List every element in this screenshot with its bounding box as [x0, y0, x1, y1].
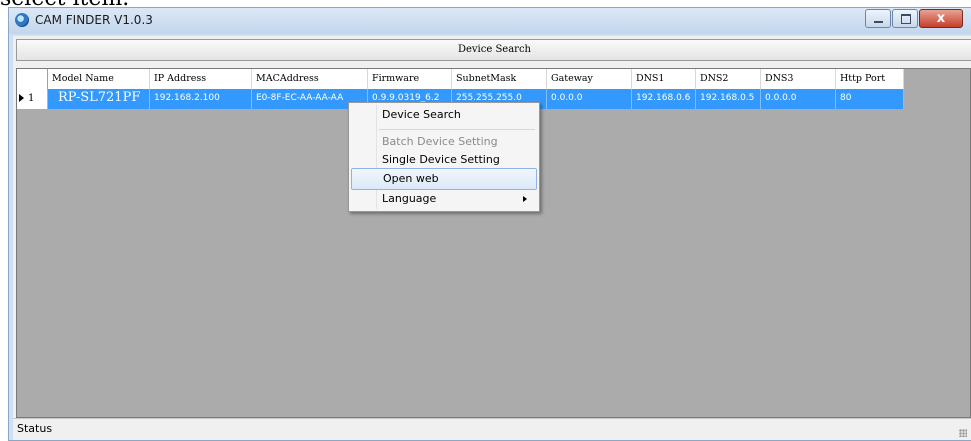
column-header-dns3[interactable]: DNS3: [761, 69, 836, 89]
column-header-http-port[interactable]: Http Port: [836, 69, 904, 89]
close-icon: x: [936, 11, 946, 26]
cell-ip-address[interactable]: 192.168.2.100: [150, 89, 252, 109]
cell-dns3[interactable]: 0.0.0.0: [761, 89, 836, 109]
column-header-gateway[interactable]: Gateway: [547, 69, 632, 89]
resize-grip-icon[interactable]: [959, 429, 967, 437]
cell-dns2[interactable]: 192.168.0.5: [696, 89, 761, 109]
device-search-button[interactable]: Device Search: [16, 39, 971, 61]
context-menu: Device Search Batch Device Setting Singl…: [348, 102, 540, 212]
window-controls: x: [864, 9, 963, 29]
column-header-ip-address[interactable]: IP Address: [150, 69, 252, 89]
menu-separator: [379, 129, 535, 130]
column-header-model-name[interactable]: Model Name: [48, 69, 150, 89]
column-header-dns2[interactable]: DNS2: [696, 69, 761, 89]
cam-finder-icon: [15, 13, 29, 27]
cell-dns1[interactable]: 192.168.0.6: [632, 89, 696, 109]
menu-item-open-web[interactable]: Open web: [351, 168, 537, 190]
menu-item-device-search[interactable]: Device Search: [351, 105, 537, 127]
menu-item-language-label: Language: [382, 192, 437, 205]
column-header-dns1[interactable]: DNS1: [632, 69, 696, 89]
row-header-corner: [17, 69, 48, 89]
menu-item-language[interactable]: Language: [351, 189, 537, 211]
close-button[interactable]: x: [919, 9, 963, 28]
grid-header: Model Name IP Address MACAddress Firmwar…: [17, 69, 904, 90]
status-text: Status: [17, 422, 53, 435]
row-index: 1: [28, 93, 35, 104]
cell-model-name[interactable]: RP-SL721PF: [48, 89, 150, 109]
maximize-icon: [901, 14, 911, 24]
row-header[interactable]: 1: [17, 89, 48, 109]
row-pointer-icon: [19, 94, 24, 102]
window-title: CAM FINDER V1.0.3: [35, 13, 153, 27]
column-header-firmware[interactable]: Firmware: [368, 69, 452, 89]
client-area: Device Search Model Name IP Address MACA…: [13, 36, 971, 440]
minimize-button[interactable]: [865, 9, 891, 28]
status-bar: Status: [13, 418, 971, 440]
maximize-button[interactable]: [892, 9, 918, 28]
column-header-subnet-mask[interactable]: SubnetMask: [452, 69, 547, 89]
column-header-mac-address[interactable]: MACAddress: [252, 69, 368, 89]
submenu-arrow-icon: [523, 196, 527, 202]
cell-http-port[interactable]: 80: [836, 89, 904, 109]
minimize-icon: [874, 21, 883, 23]
app-window: CAM FINDER V1.0.3 x Device Search Model …: [8, 7, 971, 441]
title-bar[interactable]: CAM FINDER V1.0.3 x: [9, 8, 971, 34]
cell-gateway[interactable]: 0.0.0.0: [547, 89, 632, 109]
